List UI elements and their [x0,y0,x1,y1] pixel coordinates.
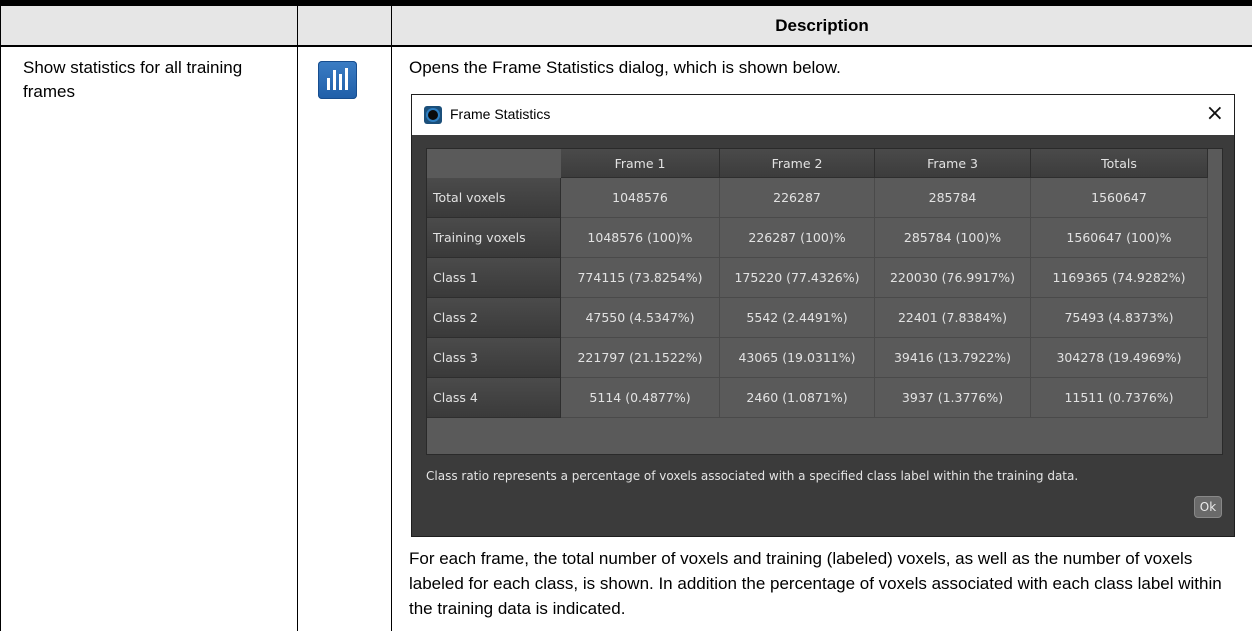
row-label: Show statistics for all training frames [23,58,243,101]
table-cell: 285784 [875,178,1031,218]
description-intro: Opens the Frame Statistics dialog, which… [409,58,841,77]
close-icon[interactable]: × [1206,101,1224,127]
table-cell: 1048576 (100)% [561,218,720,258]
table-cell: 304278 (19.4969%) [1031,338,1208,378]
table-cell: 22401 (7.8384%) [875,298,1031,338]
table-cell: 1560647 (100)% [1031,218,1208,258]
row-header: Class 3 [427,338,561,378]
column-divider-1 [297,6,298,631]
table-cell: 226287 (100)% [720,218,875,258]
table-cell: 774115 (73.8254%) [561,258,720,298]
column-header: Frame 2 [720,149,875,178]
description-column-header: Description [775,16,869,35]
table-cell: 43065 (19.0311%) [720,338,875,378]
column-divider-2 [391,6,392,631]
app-icon [424,106,442,124]
row-header: Class 2 [427,298,561,338]
header-divider [0,45,1252,47]
column-header: Frame 3 [875,149,1031,178]
row-header: Class 4 [427,378,561,418]
table-cell: 1560647 [1031,178,1208,218]
table-cell: 1169365 (74.9282%) [1031,258,1208,298]
table-cell: 221797 (21.1522%) [561,338,720,378]
description-outro: For each frame, the total number of voxe… [409,549,1222,618]
statistics-grid: Frame 1 Frame 2 Frame 3 Totals Total voxels 1… [426,148,1223,455]
bar-chart-icon [318,61,357,99]
dialog-title: Frame Statistics [450,106,551,122]
table-cell: 175220 (77.4326%) [720,258,875,298]
table-cell: 285784 (100)% [875,218,1031,258]
table-border-left [0,6,1,631]
frame-statistics-dialog: Frame Statistics × Frame 1 Frame 2 Frame 3… [411,94,1235,537]
row-header: Total voxels [427,178,561,218]
column-header: Frame 1 [561,149,720,178]
table-cell: 2460 (1.0871%) [720,378,875,418]
table-cell: 47550 (4.5347%) [561,298,720,338]
table-cell: 220030 (76.9917%) [875,258,1031,298]
class-ratio-note: Class ratio represents a percentage of v… [426,469,1079,483]
table-cell: 11511 (0.7376%) [1031,378,1208,418]
table-cell: 3937 (1.3776%) [875,378,1031,418]
row-header: Class 1 [427,258,561,298]
table-cell: 1048576 [561,178,720,218]
column-header: Totals [1031,149,1208,178]
dialog-titlebar: Frame Statistics × [412,95,1234,135]
table-cell: 75493 (4.8373%) [1031,298,1208,338]
description-table: Description Show statistics for all trai… [0,0,1252,631]
table-cell: 226287 [720,178,875,218]
ok-button[interactable]: Ok [1194,496,1222,518]
table-cell: 39416 (13.7922%) [875,338,1031,378]
table-cell: 5114 (0.4877%) [561,378,720,418]
row-header: Training voxels [427,218,561,258]
table-cell: 5542 (2.4491%) [720,298,875,338]
